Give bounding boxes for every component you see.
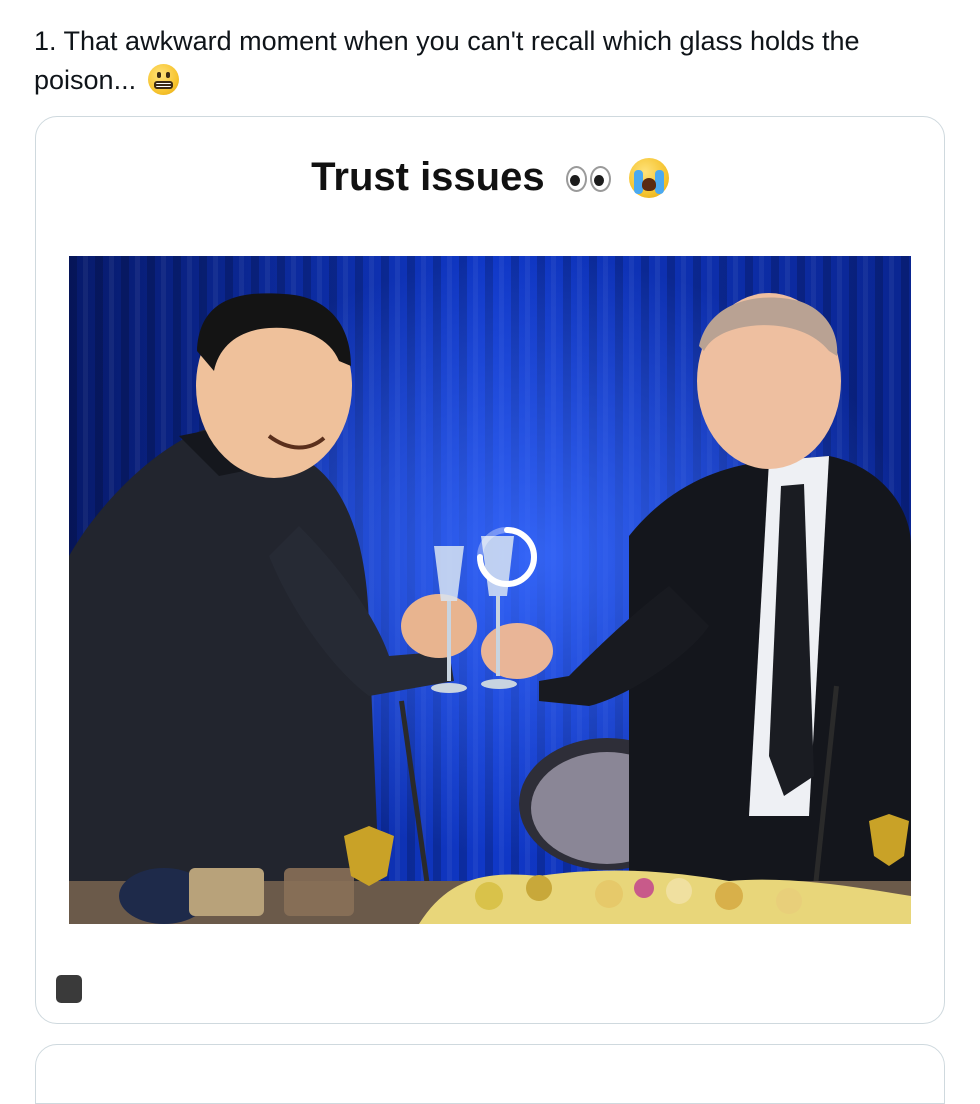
- video-card[interactable]: Trust issues: [35, 116, 945, 1024]
- video-caption-row: Trust issues: [36, 155, 944, 200]
- video-control-icon[interactable]: [56, 975, 82, 1003]
- next-card: [35, 1044, 945, 1104]
- video-thumbnail: [69, 256, 911, 924]
- grimacing-face-icon: [147, 64, 179, 95]
- post-text-block: 1. That awkward moment when you can't re…: [34, 22, 934, 100]
- eyes-icon: [565, 160, 614, 194]
- crying-face-icon: [628, 158, 669, 198]
- video-player[interactable]: [69, 256, 911, 924]
- loading-spinner-icon: [477, 527, 537, 587]
- video-caption: Trust issues: [311, 155, 545, 199]
